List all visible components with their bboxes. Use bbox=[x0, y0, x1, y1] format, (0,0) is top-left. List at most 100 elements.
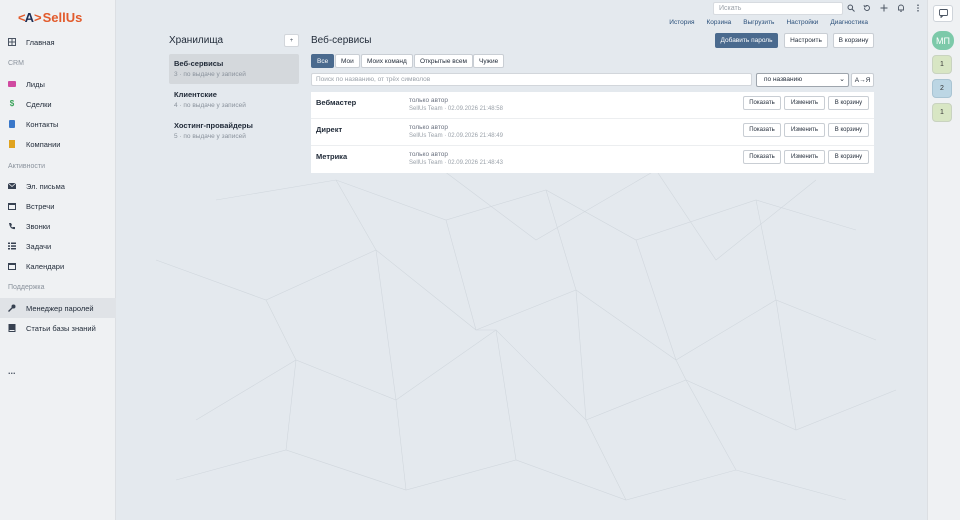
edit-button[interactable]: Изменить bbox=[784, 96, 825, 110]
section-support: Поддержка bbox=[8, 284, 45, 291]
sidebar: < A > SellUs Главная CRM Лиды $ Сделки К… bbox=[0, 0, 116, 520]
edit-button[interactable]: Изменить bbox=[784, 123, 825, 137]
storage-name: Веб-сервисы bbox=[174, 59, 224, 68]
sidebar-item-home[interactable]: Главная bbox=[0, 32, 116, 52]
logo-mark: A bbox=[24, 9, 34, 25]
filter-public[interactable]: Открытые всем bbox=[414, 54, 473, 68]
sidebar-item-label: Компании bbox=[26, 139, 61, 149]
storage-sub: 3 · по выдаче у записей bbox=[174, 71, 246, 78]
sidebar-item-label: Эл. письма bbox=[26, 181, 65, 191]
filter-all[interactable]: Все bbox=[311, 54, 335, 68]
sidebar-item-label: Сделки bbox=[26, 99, 52, 109]
chevron-down-icon: ⌄ bbox=[839, 76, 845, 83]
logo-right-bracket: > bbox=[33, 9, 42, 25]
sidebar-item-label: Встречи bbox=[26, 201, 55, 211]
show-button[interactable]: Показать bbox=[743, 96, 781, 110]
sidebar-item-label: Лиды bbox=[26, 79, 45, 89]
move-to-trash-button[interactable]: В корзину bbox=[833, 33, 874, 48]
filter-my-teams[interactable]: Моих команд bbox=[361, 54, 413, 68]
sidebar-item-tasks[interactable]: Задачи bbox=[0, 236, 116, 256]
link-settings[interactable]: Настройки bbox=[786, 19, 818, 26]
sidebar-item-label: Менеджер паролей bbox=[26, 303, 94, 313]
sidebar-item-calls[interactable]: Звонки bbox=[0, 216, 116, 236]
sidebar-item-label: Задачи bbox=[26, 241, 52, 251]
row-name: Вебмастер bbox=[316, 98, 357, 107]
row-access: только автор bbox=[409, 124, 448, 131]
rail-badge[interactable]: 2 bbox=[932, 79, 952, 98]
history-icon[interactable] bbox=[861, 2, 873, 14]
sidebar-item-label: Статьи базы знаний bbox=[26, 323, 96, 333]
global-search-input[interactable]: Искать bbox=[713, 2, 843, 15]
bell-icon[interactable] bbox=[895, 2, 907, 14]
sidebar-item-password-manager[interactable]: Менеджер паролей bbox=[0, 298, 116, 318]
table-row: Метрика только автор SellUs Team · 02.09… bbox=[311, 146, 874, 173]
section-crm: CRM bbox=[8, 60, 24, 67]
sidebar-item-knowledge-base[interactable]: Статьи базы знаний bbox=[0, 318, 116, 338]
storages-title: Хранилища bbox=[169, 35, 224, 46]
key-icon bbox=[8, 304, 16, 312]
sidebar-item-companies[interactable]: Компании bbox=[0, 134, 116, 154]
logo-word: SellUs bbox=[42, 9, 83, 25]
filter-mine[interactable]: Мои bbox=[335, 54, 360, 68]
more-menu-button[interactable]: ... bbox=[8, 366, 16, 376]
storage-sub: 4 · по выдаче у записей bbox=[174, 102, 246, 109]
link-diagnostics[interactable]: Диагностика bbox=[830, 19, 868, 26]
table-row: Директ только автор SellUs Team · 02.09.… bbox=[311, 119, 874, 146]
plus-icon[interactable] bbox=[878, 2, 890, 14]
sidebar-item-emails[interactable]: Эл. письма bbox=[0, 176, 116, 196]
password-list: Вебмастер только автор SellUs Team · 02.… bbox=[311, 92, 874, 173]
kebab-menu-icon[interactable] bbox=[912, 2, 924, 14]
row-name: Метрика bbox=[316, 152, 348, 161]
section-activities: Активности bbox=[8, 163, 46, 170]
calendar-icon bbox=[8, 262, 16, 270]
link-export[interactable]: Выгрузить bbox=[743, 19, 774, 26]
sidebar-item-label: Контакты bbox=[26, 119, 59, 129]
sidebar-item-deals[interactable]: $ Сделки bbox=[0, 94, 116, 114]
chat-icon[interactable] bbox=[933, 5, 953, 22]
row-meta: SellUs Team · 02.09.2026 21:48:43 bbox=[409, 160, 503, 166]
sidebar-item-calendars[interactable]: Календари bbox=[0, 256, 116, 276]
search-icon[interactable] bbox=[845, 2, 857, 14]
filter-others[interactable]: Чужие bbox=[473, 54, 505, 68]
rail-badge[interactable]: 1 bbox=[932, 103, 952, 122]
sort-direction-button[interactable]: А→Я bbox=[851, 73, 874, 87]
row-access: только автор bbox=[409, 97, 448, 104]
avatar[interactable]: МП bbox=[932, 31, 954, 50]
storage-item-web-services[interactable]: Веб-сервисы 3 · по выдаче у записей bbox=[169, 54, 299, 84]
phone-icon bbox=[8, 222, 16, 230]
add-storage-button[interactable]: + bbox=[284, 34, 299, 47]
show-button[interactable]: Показать bbox=[743, 123, 781, 137]
link-trash[interactable]: Корзина bbox=[707, 19, 732, 26]
trash-button[interactable]: В корзину bbox=[828, 150, 869, 164]
row-access: только автор bbox=[409, 151, 448, 158]
sidebar-item-meetings[interactable]: Встречи bbox=[0, 196, 116, 216]
trash-button[interactable]: В корзину bbox=[828, 96, 869, 110]
storage-name: Хостинг-провайдеры bbox=[174, 121, 253, 130]
tasks-icon bbox=[8, 242, 16, 250]
storage-item-hosting[interactable]: Хостинг-провайдеры 5 · по выдаче у запис… bbox=[169, 116, 299, 146]
trash-button[interactable]: В корзину bbox=[828, 123, 869, 137]
edit-button[interactable]: Изменить bbox=[784, 150, 825, 164]
sidebar-item-leads[interactable]: Лиды bbox=[0, 74, 116, 94]
link-history[interactable]: История bbox=[669, 19, 694, 26]
sort-select[interactable]: по названию ⌄ bbox=[756, 73, 849, 87]
password-search-input[interactable]: Поиск по названию, от трёх символов bbox=[311, 73, 752, 86]
grid-icon bbox=[8, 38, 16, 46]
book-icon bbox=[8, 324, 16, 332]
rail-badge[interactable]: 1 bbox=[932, 55, 952, 74]
add-password-button[interactable]: Добавить пароль bbox=[715, 33, 778, 48]
contacts-icon bbox=[8, 120, 16, 128]
row-meta: SellUs Team · 02.09.2026 21:48:58 bbox=[409, 106, 503, 112]
sellus-logo[interactable]: < A > SellUs bbox=[18, 9, 82, 25]
sidebar-item-contacts[interactable]: Контакты bbox=[0, 114, 116, 134]
table-row: Вебмастер только автор SellUs Team · 02.… bbox=[311, 92, 874, 119]
storage-name: Клиентские bbox=[174, 90, 217, 99]
dollar-icon: $ bbox=[9, 99, 15, 108]
row-meta: SellUs Team · 02.09.2026 21:48:49 bbox=[409, 133, 503, 139]
sidebar-item-label: Календари bbox=[26, 261, 65, 271]
sidebar-item-label: Главная bbox=[26, 37, 55, 47]
show-button[interactable]: Показать bbox=[743, 150, 781, 164]
storage-item-clients[interactable]: Клиентские 4 · по выдаче у записей bbox=[169, 85, 299, 115]
configure-button[interactable]: Настроить bbox=[784, 33, 828, 48]
sidebar-item-label: Звонки bbox=[26, 221, 51, 231]
